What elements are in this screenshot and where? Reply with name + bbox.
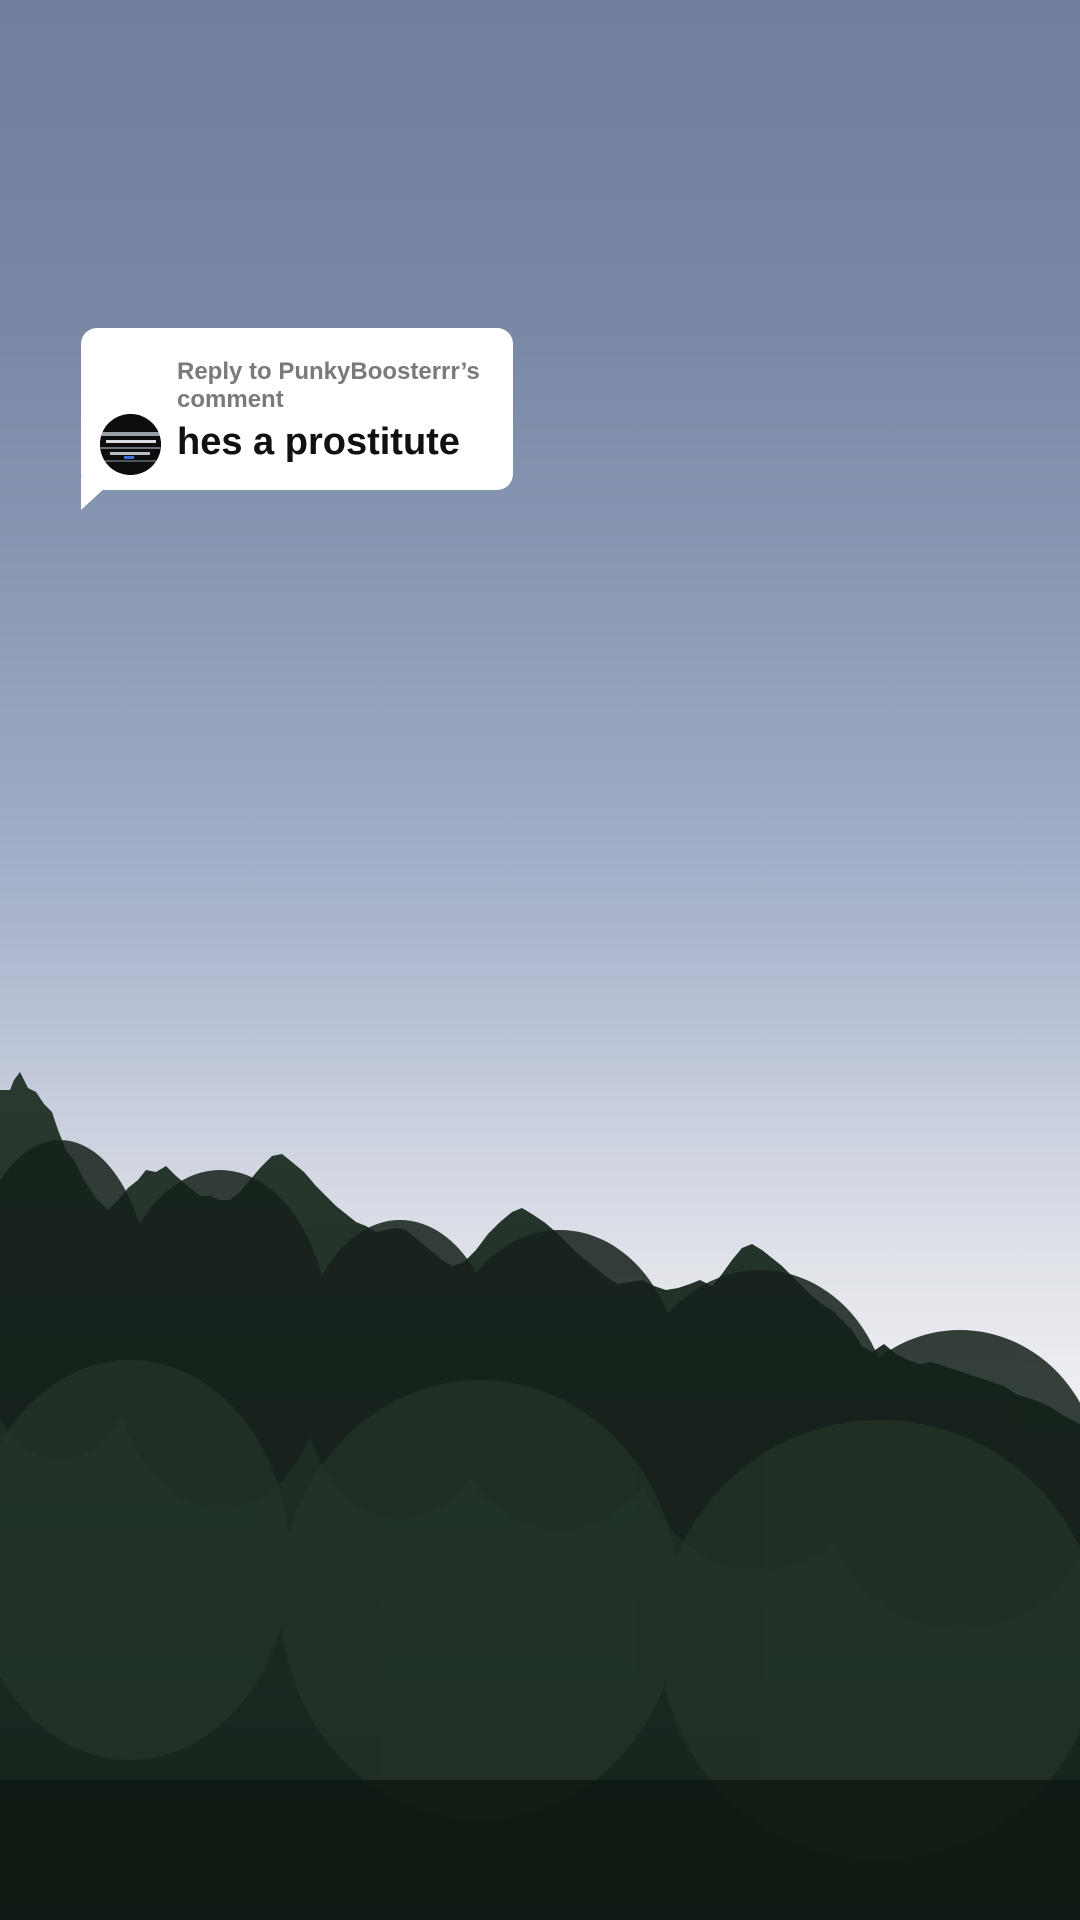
- user-avatar-icon: [100, 414, 161, 475]
- reply-comment-text: hes a prostitute: [177, 421, 460, 463]
- treeline-silhouette: [0, 1072, 1080, 1920]
- video-frame: Reply to PunkyBoosterrr’s comment hes a …: [0, 0, 1080, 1920]
- reply-comment-card[interactable]: Reply to PunkyBoosterrr’s comment hes a …: [81, 328, 513, 490]
- reply-header-text: Reply to PunkyBoosterrr’s comment: [177, 358, 480, 413]
